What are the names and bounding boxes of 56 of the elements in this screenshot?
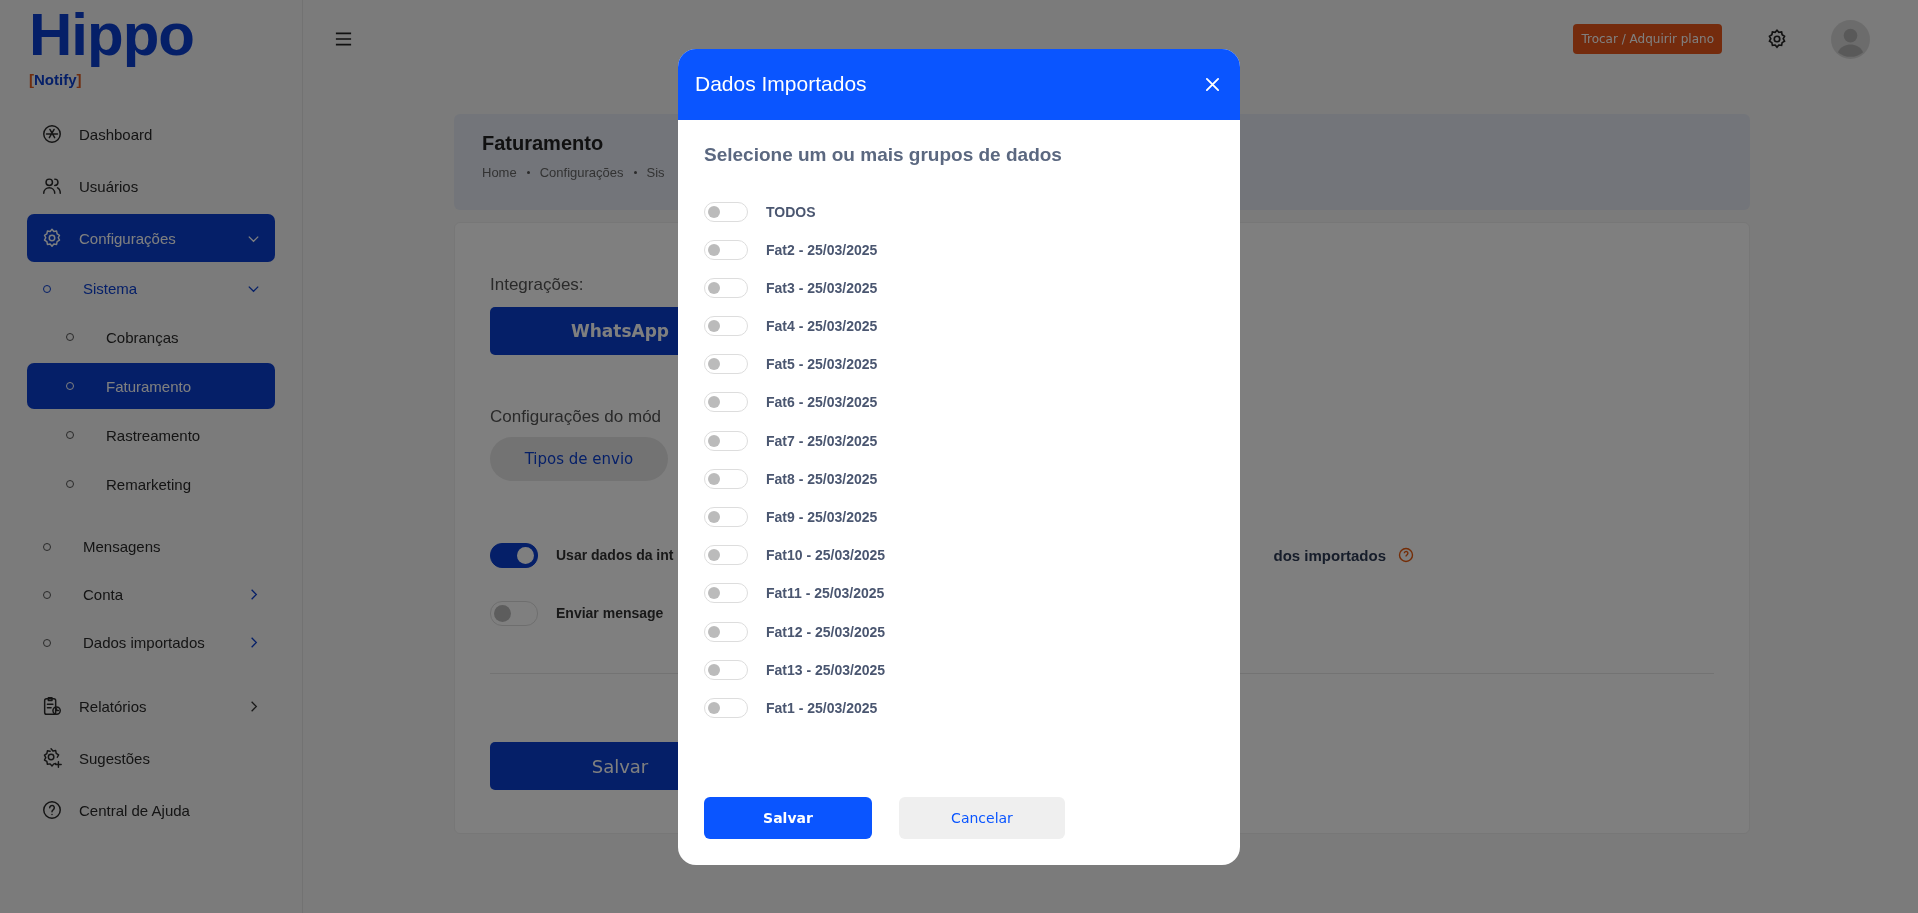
sidebar-item[interactable]: Configurações [27,214,275,262]
toggle-label: Enviar mensage [556,605,664,621]
section-label: Integrações: [490,275,584,295]
logo-text: Hippo [29,0,194,69]
sidebar-item[interactable]: Cobranças [27,314,275,360]
sidebar-item[interactable]: Usuários [27,162,275,210]
sidebar-item[interactable]: Central de Ajuda [27,786,275,834]
sidebar-item[interactable]: Rastreamento [27,412,275,458]
modal-title: Dados Importados [695,72,867,96]
send-types-button[interactable]: Tipos de envio [490,437,668,481]
sidebar-item[interactable]: Conta [27,572,275,617]
cancel-button[interactable]: Cancelar [899,796,1065,839]
option-label: Fat11 - 25/03/2025 [766,585,885,602]
users-icon [41,175,63,197]
option-label: Fat13 - 25/03/2025 [766,661,886,678]
toggle-label: dos importados [1273,546,1386,564]
option-label: Fat8 - 25/03/2025 [766,470,878,487]
gear-plus-icon [41,747,63,769]
logo-tagline: [Notify] [29,71,82,88]
toggle-switch[interactable] [490,542,538,568]
sidebar-item[interactable]: Relatórios [27,682,275,730]
sidebar-item[interactable]: Mensagens [27,524,275,569]
plan-button[interactable]: Trocar / Adquirir plano [1573,24,1722,54]
breadcrumb-link[interactable]: Configurações [539,165,624,180]
option-label: Fat2 - 25/03/2025 [766,241,878,258]
option-label: Fat7 - 25/03/2025 [766,432,878,449]
clipboard-icon [41,695,63,717]
sidebar-item[interactable]: Sugestões [27,734,275,782]
sidebar-item[interactable]: Faturamento [27,363,275,409]
sidebar-item[interactable]: Dashboard [27,110,275,158]
sidebar-item[interactable]: Dados importados [27,620,275,665]
option-label: Fat5 - 25/03/2025 [766,356,878,373]
help-icon[interactable] [1398,547,1414,563]
save-button[interactable]: Salvar [704,796,872,839]
sidebar-item[interactable]: Remarketing [27,461,275,507]
option-label: Fat10 - 25/03/2025 [766,547,886,564]
breadcrumb-link[interactable]: Sis [646,165,665,180]
avatar-icon[interactable] [1831,19,1870,59]
option-label: Fat9 - 25/03/2025 [766,509,878,525]
help-icon [41,799,63,821]
toggle-label: Usar dados da int [556,547,674,563]
modal-subtitle: Selecione um ou mais grupos de dados [704,143,1063,166]
close-icon[interactable] [1205,76,1220,92]
sidebar-item[interactable]: Sistema [27,266,275,311]
settings-icon [41,227,63,249]
section-label: Configurações do mód [490,407,662,427]
option-label: Fat4 - 25/03/2025 [766,318,878,335]
option-label: Fat3 - 25/03/2025 [766,279,878,296]
breadcrumb-link[interactable]: Home [482,165,517,180]
menu-icon[interactable] [334,31,353,47]
page-title: Faturamento [482,132,604,155]
option-label: TODOS [766,203,816,220]
option-label: Fat6 - 25/03/2025 [766,394,878,411]
settings-icon[interactable] [1766,28,1788,50]
option-label: Fat12 - 25/03/2025 [766,623,886,640]
option-label: Fat1 - 25/03/2025 [766,699,878,716]
